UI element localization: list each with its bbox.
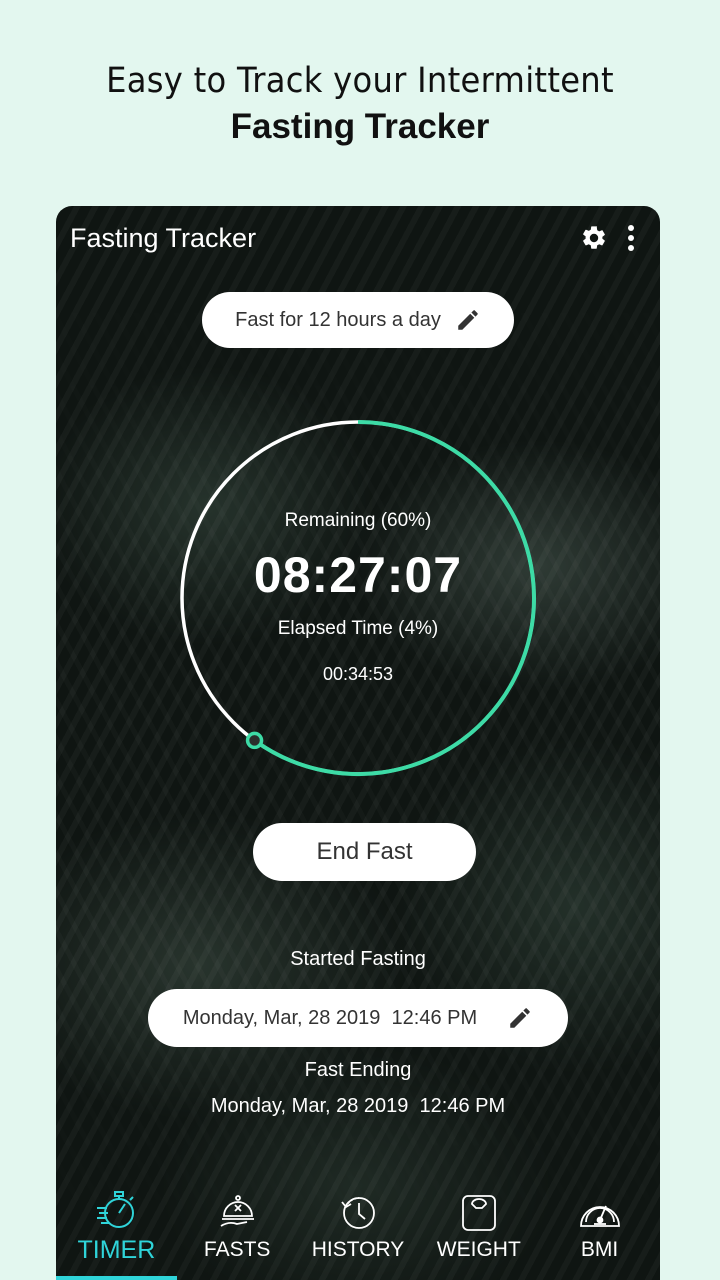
tab-bmi[interactable]: BMI — [539, 1186, 660, 1280]
remaining-time: 08:27:07 — [253, 547, 463, 603]
remaining-label: Remaining (60%) — [284, 510, 432, 531]
stopwatch-icon — [97, 1191, 135, 1228]
elapsed-time: 00:34:53 — [322, 664, 394, 684]
overflow-menu-button[interactable] — [616, 216, 646, 260]
timer-ring: Remaining (60%) 08:27:07 Elapsed Time (4… — [178, 418, 538, 778]
promo-line-2: Fasting Tracker — [230, 107, 490, 146]
timer-readout: Remaining (60%) 08:27:07 Elapsed Time (4… — [178, 418, 538, 778]
more-vert-icon — [628, 225, 634, 251]
tab-label: WEIGHT — [436, 1238, 521, 1261]
settings-button[interactable] — [572, 216, 616, 260]
app-bar: Fasting Tracker — [56, 206, 660, 270]
bottom-tab-bar: TIMER FASTS HISTORY WEIGHT BMI — [56, 1186, 660, 1280]
fasting-plan-label: Fast for 12 hours a day — [235, 308, 441, 331]
tab-label: TIMER — [77, 1236, 156, 1264]
end-label: Fast Ending — [304, 1059, 412, 1081]
gauge-icon — [579, 1205, 620, 1227]
pencil-icon — [458, 310, 478, 330]
tab-label: FASTS — [203, 1238, 271, 1261]
pencil-icon — [510, 1008, 530, 1028]
app-title: Fasting Tracker — [70, 222, 257, 253]
tab-weight[interactable]: WEIGHT — [418, 1186, 539, 1280]
tab-timer[interactable]: TIMER — [56, 1186, 177, 1280]
end-time-value: Monday, Mar, 28 2019 12:46 PM — [210, 1095, 506, 1117]
scale-icon — [461, 1195, 496, 1231]
cloche-icon — [220, 1195, 255, 1227]
tab-label: HISTORY — [311, 1238, 405, 1261]
elapsed-label: Elapsed Time (4%) — [277, 618, 439, 639]
promo-line-1: Easy to Track your Intermittent — [106, 61, 614, 101]
tab-label: BMI — [580, 1238, 619, 1261]
promo-header: Easy to Track your Intermittent Fasting … — [0, 58, 720, 150]
end-fast-button[interactable]: End Fast — [253, 823, 476, 881]
fasting-plan-button[interactable]: Fast for 12 hours a day — [202, 292, 514, 348]
active-tab-indicator — [56, 1276, 177, 1280]
app-screen: Fasting Tracker Fast for 12 hours a day … — [56, 206, 660, 1280]
start-time-button[interactable]: Monday, Mar, 28 2019 12:46 PM — [148, 989, 568, 1047]
history-clock-icon — [341, 1197, 375, 1229]
tab-history[interactable]: HISTORY — [298, 1186, 419, 1280]
start-label: Started Fasting — [290, 948, 426, 970]
start-time-value: Monday, Mar, 28 2019 12:46 PM — [182, 1006, 478, 1029]
gear-icon — [583, 226, 605, 249]
tab-fasts[interactable]: FASTS — [177, 1186, 298, 1280]
